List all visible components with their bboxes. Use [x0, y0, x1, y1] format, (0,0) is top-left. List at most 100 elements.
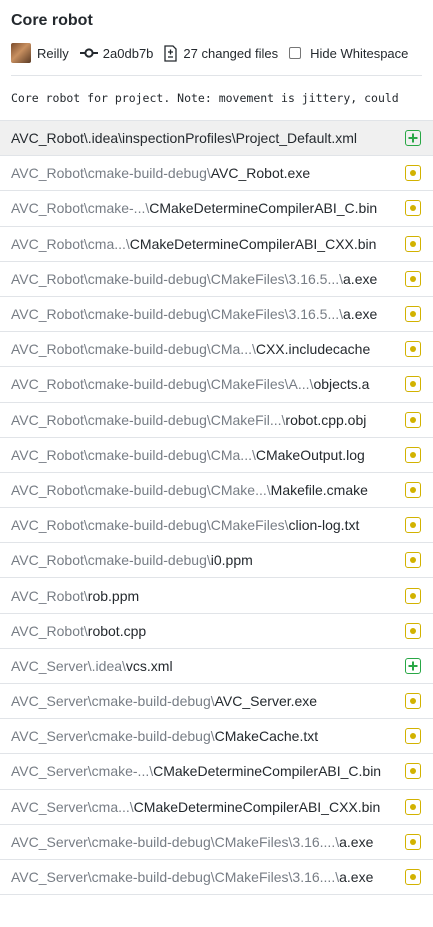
file-row[interactable]: AVC_Robot\cmake-build-debug\CMakeFiles\3…	[0, 297, 433, 333]
file-path: AVC_Server\.idea\vcs.xml	[11, 658, 397, 674]
file-name: clion-log.txt	[288, 517, 360, 534]
diff-added-icon	[405, 130, 421, 147]
file-directory: AVC_Robot\cmake-build-debug\CMakeFil...\	[11, 411, 286, 428]
file-diff-icon	[164, 44, 178, 62]
file-path: AVC_Server\cma...\CMakeDetermineCompiler…	[11, 799, 397, 815]
file-path: AVC_Server\cmake-build-debug\CMakeCache.…	[11, 728, 397, 744]
diff-modified-icon	[405, 869, 421, 886]
file-name: robot.cpp.obj	[285, 411, 367, 428]
file-directory: AVC_Robot\	[11, 587, 88, 604]
diff-modified-icon	[405, 376, 421, 393]
file-name: a.exe	[339, 869, 374, 886]
file-path: AVC_Robot\cmake-build-debug\CMakeFiles\c…	[11, 517, 397, 533]
diff-modified-icon	[405, 411, 421, 428]
file-row[interactable]: AVC_Robot\cma...\CMakeDetermineCompilerA…	[0, 227, 433, 262]
file-row[interactable]: AVC_Robot\rob.ppm	[0, 578, 433, 614]
diff-modified-icon	[405, 306, 421, 323]
file-name: Makefile.cmake	[270, 481, 368, 498]
file-name: CMakeDetermineCompilerABI_C.bin	[149, 200, 378, 217]
commit-sha[interactable]: 2a0db7b	[103, 46, 154, 61]
diff-modified-icon	[405, 165, 421, 182]
file-directory: AVC_Server\.idea\	[11, 657, 126, 674]
file-row[interactable]: AVC_Server\cmake-build-debug\CMakeFiles\…	[0, 860, 433, 896]
file-row[interactable]: AVC_Robot\cmake-build-debug\CMa...\CXX.i…	[0, 332, 433, 368]
file-name: a.exe	[343, 306, 378, 323]
file-name: AVC_Robot.exe	[210, 165, 311, 182]
file-path: AVC_Server\cmake-build-debug\AVC_Server.…	[11, 693, 397, 709]
file-name: robot.cpp	[87, 622, 147, 639]
file-path: AVC_Server\cmake-build-debug\CMakeFiles\…	[11, 869, 397, 885]
commit-meta: Reilly 2a0db7b 27 changed files Hide Whi…	[11, 41, 422, 65]
diff-modified-icon	[405, 622, 421, 639]
file-row[interactable]: AVC_Server\.idea\vcs.xml	[0, 649, 433, 684]
file-path: AVC_Robot\cmake-build-debug\CMakeFiles\3…	[11, 271, 397, 287]
file-row[interactable]: AVC_Robot\cmake-build-debug\CMake...\Mak…	[0, 473, 433, 509]
file-directory: AVC_Robot\cmake-...\	[11, 200, 150, 217]
file-row[interactable]: AVC_Robot\.idea\inspectionProfiles\Proje…	[0, 121, 433, 157]
file-row[interactable]: AVC_Robot\cmake-build-debug\CMakeFil...\…	[0, 403, 433, 438]
diff-added-icon	[405, 657, 421, 674]
changed-files-count: 27 changed files	[183, 45, 279, 61]
hide-whitespace-label[interactable]: Hide Whitespace	[310, 46, 408, 61]
file-row[interactable]: AVC_Robot\cmake-build-debug\AVC_Robot.ex…	[0, 156, 433, 192]
file-row[interactable]: AVC_Robot\cmake-build-debug\CMakeFiles\3…	[0, 262, 433, 297]
file-name: a.exe	[343, 270, 378, 287]
file-name: vcs.xml	[125, 657, 173, 674]
file-row[interactable]: AVC_Robot\cmake-build-debug\CMakeFiles\c…	[0, 508, 433, 544]
file-name: Project_Default.xml	[235, 130, 358, 147]
file-row[interactable]: AVC_Robot\cmake-...\CMakeDetermineCompil…	[0, 191, 433, 227]
diff-modified-icon	[405, 517, 421, 534]
file-directory: AVC_Robot\cma...\	[11, 235, 130, 252]
diff-modified-icon	[405, 728, 421, 745]
diff-modified-icon	[405, 270, 421, 287]
file-directory: AVC_Server\cmake-build-debug\	[11, 728, 215, 745]
file-directory: AVC_Server\cmake-build-debug\	[11, 693, 215, 710]
file-name: CMakeDetermineCompilerABI_CXX.bin	[129, 235, 377, 252]
diff-modified-icon	[405, 235, 421, 252]
file-path: AVC_Robot\rob.ppm	[11, 588, 397, 604]
diff-modified-icon	[405, 552, 421, 569]
hide-whitespace-checkbox[interactable]	[289, 47, 302, 59]
avatar	[11, 43, 31, 63]
file-directory: AVC_Robot\cmake-build-debug\	[11, 165, 211, 182]
file-directory: AVC_Robot\cmake-build-debug\	[11, 552, 211, 569]
file-row[interactable]: AVC_Server\cmake-...\CMakeDetermineCompi…	[0, 754, 433, 790]
file-directory: AVC_Robot\cmake-build-debug\CMakeFiles\3…	[11, 306, 344, 323]
file-directory: AVC_Robot\cmake-build-debug\CMakeFiles\A…	[11, 376, 314, 393]
file-name: CMakeDetermineCompilerABI_CXX.bin	[133, 798, 381, 815]
file-directory: AVC_Server\cmake-...\	[11, 763, 154, 780]
file-name: AVC_Server.exe	[214, 693, 318, 710]
file-name: objects.a	[313, 376, 370, 393]
file-path: AVC_Robot\robot.cpp	[11, 623, 397, 639]
commit-message: Core robot for project. Note: movement i…	[0, 76, 433, 121]
file-path: AVC_Robot\cmake-build-debug\i0.ppm	[11, 552, 397, 568]
diff-modified-icon	[405, 446, 421, 463]
file-path: AVC_Robot\cma...\CMakeDetermineCompilerA…	[11, 236, 397, 252]
file-row[interactable]: AVC_Robot\cmake-build-debug\i0.ppm	[0, 543, 433, 579]
file-row[interactable]: AVC_Robot\cmake-build-debug\CMakeFiles\A…	[0, 367, 433, 403]
file-row[interactable]: AVC_Robot\robot.cpp	[0, 614, 433, 649]
diff-modified-icon	[405, 763, 421, 780]
file-row[interactable]: AVC_Server\cmake-build-debug\CMakeFiles\…	[0, 825, 433, 860]
file-name: CMakeDetermineCompilerABI_C.bin	[153, 763, 382, 780]
file-path: AVC_Robot\cmake-build-debug\CMakeFil...\…	[11, 412, 397, 428]
file-path: AVC_Server\cmake-...\CMakeDetermineCompi…	[11, 763, 397, 779]
diff-modified-icon	[405, 693, 421, 710]
file-directory: AVC_Robot\cmake-build-debug\CMake...\	[11, 481, 271, 498]
changed-file-list: AVC_Robot\.idea\inspectionProfiles\Proje…	[0, 121, 433, 896]
file-row[interactable]: AVC_Server\cmake-build-debug\CMakeCache.…	[0, 719, 433, 755]
file-row[interactable]: AVC_Server\cmake-build-debug\AVC_Server.…	[0, 684, 433, 720]
file-path: AVC_Robot\cmake-build-debug\CMa...\CMake…	[11, 447, 397, 463]
diff-modified-icon	[405, 798, 421, 815]
file-row[interactable]: AVC_Robot\cmake-build-debug\CMa...\CMake…	[0, 438, 433, 473]
file-path: AVC_Robot\cmake-build-debug\CMa...\CXX.i…	[11, 341, 397, 357]
file-directory: AVC_Robot\.idea\inspectionProfiles\	[11, 130, 236, 147]
file-directory: AVC_Robot\cmake-build-debug\CMa...\	[11, 341, 256, 358]
file-row[interactable]: AVC_Server\cma...\CMakeDetermineCompiler…	[0, 790, 433, 825]
file-name: a.exe	[339, 833, 374, 850]
file-name: rob.ppm	[87, 587, 140, 604]
diff-modified-icon	[405, 481, 421, 498]
file-directory: AVC_Robot\	[11, 622, 88, 639]
file-directory: AVC_Robot\cmake-build-debug\CMakeFiles\	[11, 517, 289, 534]
file-path: AVC_Robot\cmake-build-debug\CMake...\Mak…	[11, 482, 397, 498]
